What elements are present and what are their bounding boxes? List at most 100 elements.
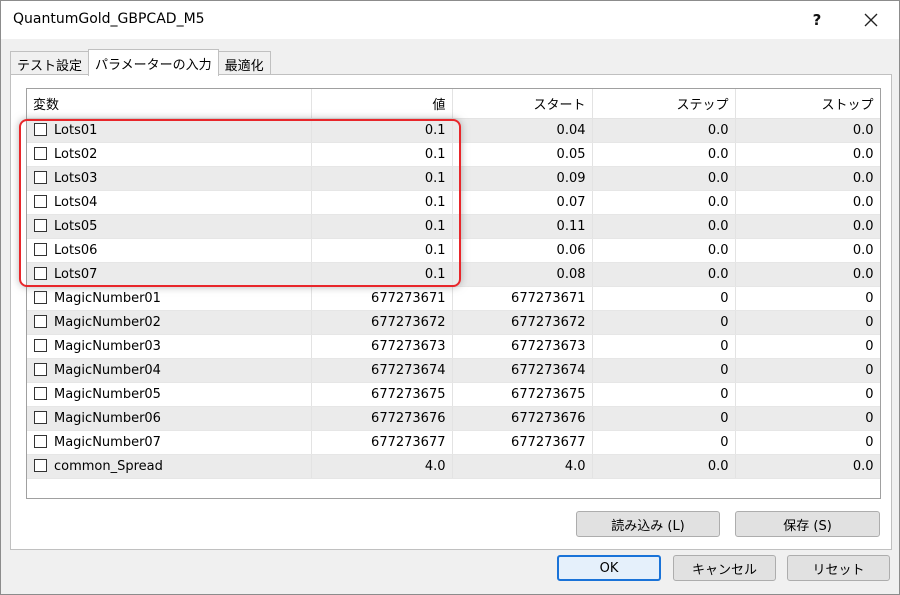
- cell-start[interactable]: 677273677: [452, 430, 593, 455]
- save-button[interactable]: 保存 (S): [735, 511, 880, 537]
- cell-start[interactable]: 0.06: [452, 238, 593, 263]
- optimize-checkbox[interactable]: [34, 339, 47, 352]
- column-header-variable[interactable]: 変数: [27, 89, 312, 119]
- cell-value[interactable]: 677273673: [311, 334, 453, 359]
- table-row[interactable]: MagicNumber01 677273671 677273671 0 0: [27, 286, 880, 311]
- optimize-checkbox[interactable]: [34, 195, 47, 208]
- cell-stop[interactable]: 0.0: [735, 142, 880, 167]
- cell-step[interactable]: 0.0: [592, 118, 736, 143]
- cell-start[interactable]: 0.07: [452, 190, 593, 215]
- cell-stop[interactable]: 0: [735, 358, 880, 383]
- cell-value[interactable]: 677273676: [311, 406, 453, 431]
- cell-step[interactable]: 0.0: [592, 190, 736, 215]
- parameters-grid[interactable]: 変数 値 スタート ステップ ストップ Lots01 0.1 0.04 0.0 0.0 L…: [26, 88, 881, 499]
- cell-stop[interactable]: 0.0: [735, 454, 880, 479]
- column-header-step[interactable]: ステップ: [592, 89, 736, 119]
- table-row[interactable]: Lots01 0.1 0.04 0.0 0.0: [27, 118, 880, 143]
- cell-value[interactable]: 0.1: [311, 262, 453, 287]
- cell-value[interactable]: 0.1: [311, 214, 453, 239]
- cell-stop[interactable]: 0: [735, 310, 880, 335]
- cell-stop[interactable]: 0: [735, 406, 880, 431]
- optimize-checkbox[interactable]: [34, 123, 47, 136]
- optimize-checkbox[interactable]: [34, 435, 47, 448]
- cell-value[interactable]: 0.1: [311, 238, 453, 263]
- cell-stop[interactable]: 0: [735, 382, 880, 407]
- cell-value[interactable]: 677273677: [311, 430, 453, 455]
- optimize-checkbox[interactable]: [34, 219, 47, 232]
- cell-stop[interactable]: 0: [735, 430, 880, 455]
- close-button[interactable]: [849, 1, 893, 39]
- reset-button[interactable]: リセット: [787, 555, 890, 581]
- cell-start[interactable]: 4.0: [452, 454, 593, 479]
- cell-step[interactable]: 0.0: [592, 142, 736, 167]
- cell-step[interactable]: 0: [592, 406, 736, 431]
- cell-step[interactable]: 0: [592, 382, 736, 407]
- title-bar[interactable]: QuantumGold_GBPCAD_M5 ?: [1, 1, 899, 39]
- cell-stop[interactable]: 0.0: [735, 262, 880, 287]
- cell-stop[interactable]: 0: [735, 286, 880, 311]
- table-row[interactable]: Lots03 0.1 0.09 0.0 0.0: [27, 166, 880, 191]
- cell-stop[interactable]: 0.0: [735, 118, 880, 143]
- cell-value[interactable]: 0.1: [311, 166, 453, 191]
- optimize-checkbox[interactable]: [34, 171, 47, 184]
- cell-start[interactable]: 0.04: [452, 118, 593, 143]
- cell-start[interactable]: 677273674: [452, 358, 593, 383]
- cell-value[interactable]: 677273674: [311, 358, 453, 383]
- table-row[interactable]: Lots05 0.1 0.11 0.0 0.0: [27, 214, 880, 239]
- optimize-checkbox[interactable]: [34, 387, 47, 400]
- cell-step[interactable]: 0: [592, 286, 736, 311]
- column-header-start[interactable]: スタート: [452, 89, 593, 119]
- optimize-checkbox[interactable]: [34, 411, 47, 424]
- cell-stop[interactable]: 0.0: [735, 190, 880, 215]
- cell-step[interactable]: 0.0: [592, 454, 736, 479]
- cell-start[interactable]: 677273671: [452, 286, 593, 311]
- cell-start[interactable]: 0.09: [452, 166, 593, 191]
- cell-step[interactable]: 0.0: [592, 238, 736, 263]
- load-button[interactable]: 読み込み (L): [576, 511, 720, 537]
- optimize-checkbox[interactable]: [34, 147, 47, 160]
- cell-value[interactable]: 4.0: [311, 454, 453, 479]
- cell-value[interactable]: 677273671: [311, 286, 453, 311]
- cell-value[interactable]: 0.1: [311, 190, 453, 215]
- table-row[interactable]: MagicNumber02 677273672 677273672 0 0: [27, 310, 880, 335]
- table-row[interactable]: common_Spread 4.0 4.0 0.0 0.0: [27, 454, 880, 479]
- cancel-button[interactable]: キャンセル: [673, 555, 776, 581]
- optimize-checkbox[interactable]: [34, 363, 47, 376]
- table-row[interactable]: MagicNumber06 677273676 677273676 0 0: [27, 406, 880, 431]
- table-row[interactable]: Lots07 0.1 0.08 0.0 0.0: [27, 262, 880, 287]
- tab-optimization[interactable]: 最適化: [217, 51, 271, 76]
- column-header-stop[interactable]: ストップ: [735, 89, 880, 119]
- cell-step[interactable]: 0.0: [592, 262, 736, 287]
- cell-start[interactable]: 0.08: [452, 262, 593, 287]
- cell-stop[interactable]: 0: [735, 334, 880, 359]
- cell-value[interactable]: 0.1: [311, 118, 453, 143]
- cell-step[interactable]: 0.0: [592, 214, 736, 239]
- table-row[interactable]: Lots06 0.1 0.06 0.0 0.0: [27, 238, 880, 263]
- optimize-checkbox[interactable]: [34, 315, 47, 328]
- cell-start[interactable]: 677273675: [452, 382, 593, 407]
- tab-parameter-input[interactable]: パラメーターの入力: [88, 49, 219, 76]
- cell-value[interactable]: 0.1: [311, 142, 453, 167]
- table-row[interactable]: MagicNumber07 677273677 677273677 0 0: [27, 430, 880, 455]
- optimize-checkbox[interactable]: [34, 291, 47, 304]
- help-button[interactable]: ?: [795, 1, 839, 39]
- tab-test-settings[interactable]: テスト設定: [10, 51, 90, 76]
- cell-value[interactable]: 677273672: [311, 310, 453, 335]
- cell-stop[interactable]: 0.0: [735, 166, 880, 191]
- optimize-checkbox[interactable]: [34, 243, 47, 256]
- optimize-checkbox[interactable]: [34, 459, 47, 472]
- cell-step[interactable]: 0: [592, 334, 736, 359]
- cell-value[interactable]: 677273675: [311, 382, 453, 407]
- cell-stop[interactable]: 0.0: [735, 214, 880, 239]
- cell-start[interactable]: 0.11: [452, 214, 593, 239]
- table-row[interactable]: MagicNumber03 677273673 677273673 0 0: [27, 334, 880, 359]
- cell-start[interactable]: 0.05: [452, 142, 593, 167]
- table-row[interactable]: MagicNumber05 677273675 677273675 0 0: [27, 382, 880, 407]
- ok-button[interactable]: OK: [557, 555, 661, 581]
- cell-step[interactable]: 0.0: [592, 166, 736, 191]
- cell-stop[interactable]: 0.0: [735, 238, 880, 263]
- table-row[interactable]: Lots02 0.1 0.05 0.0 0.0: [27, 142, 880, 167]
- column-header-value[interactable]: 値: [311, 89, 453, 119]
- table-row[interactable]: MagicNumber04 677273674 677273674 0 0: [27, 358, 880, 383]
- cell-step[interactable]: 0: [592, 310, 736, 335]
